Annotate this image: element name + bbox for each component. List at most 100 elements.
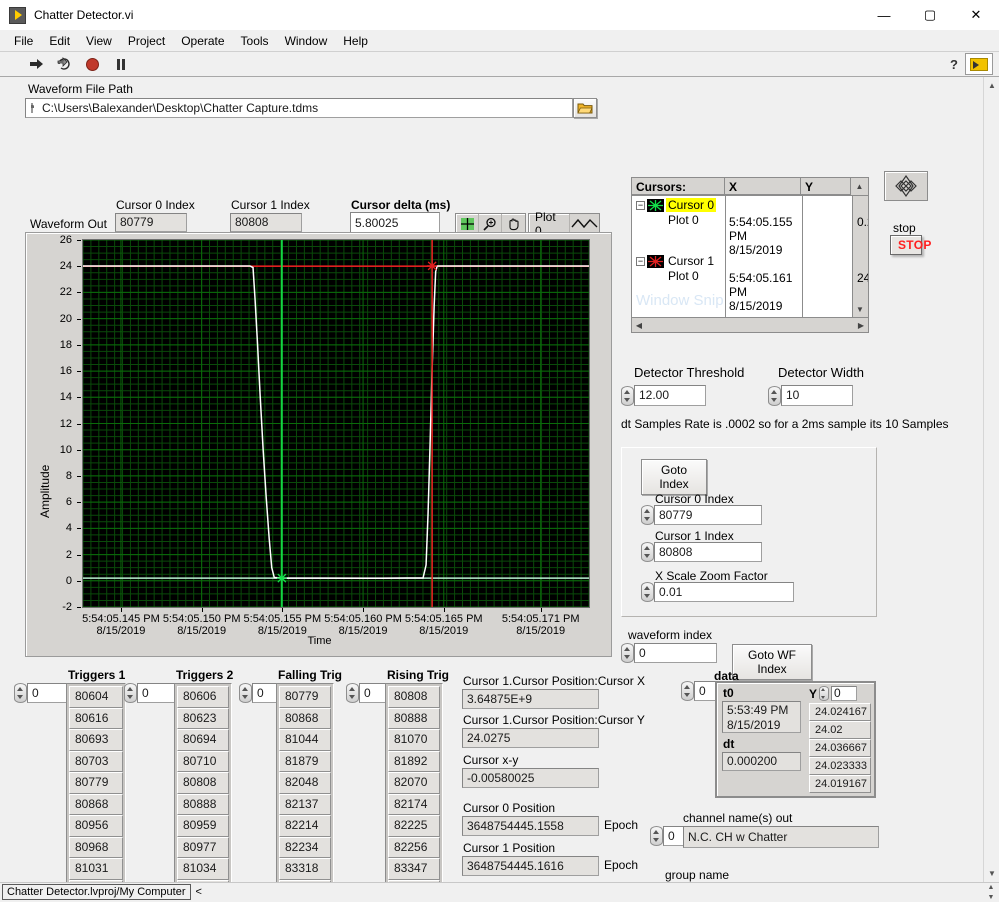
scroll-left-icon[interactable]: ◀ (632, 321, 646, 330)
array-index-spinner[interactable] (124, 683, 137, 703)
panel-scroll-down-icon[interactable]: ▼ (984, 865, 999, 882)
plot-legend[interactable]: Plot 0 (528, 213, 600, 234)
x-scale-zoom-input[interactable]: 0.01 (654, 582, 794, 602)
graph-palette-diamond-icon[interactable] (884, 171, 928, 201)
array-element[interactable]: 80956 (69, 815, 123, 837)
y-array-index-spinner[interactable] (819, 686, 829, 701)
array-element[interactable]: 82070 (388, 772, 440, 794)
cursor-legend[interactable]: Cursors: X Y ▲ Window Snip ▼ − (631, 177, 869, 333)
waveform-index-spinner[interactable] (621, 643, 634, 663)
detector-threshold-spinner[interactable] (621, 386, 634, 406)
x-scale-zoom-spinner[interactable] (641, 582, 654, 602)
menu-view[interactable]: View (78, 32, 120, 50)
array-element[interactable]: 80606 (177, 686, 229, 708)
tree-expand-icon[interactable]: − (636, 257, 645, 266)
array-element[interactable]: 83318 (279, 858, 331, 880)
context-help-icon[interactable]: ? (950, 57, 958, 72)
menu-tools[interactable]: Tools (233, 32, 277, 50)
array-element[interactable]: 80693 (69, 729, 123, 751)
panel-scroll-up-icon[interactable]: ▲ (984, 77, 999, 94)
array-element[interactable]: 81031 (69, 858, 123, 880)
array-element[interactable]: 80779 (279, 686, 331, 708)
array-element[interactable]: 80959 (177, 815, 229, 837)
waveform-index-control[interactable]: 0 (621, 643, 717, 663)
detector-threshold-input[interactable]: 12.00 (634, 385, 706, 406)
array-element[interactable]: 82174 (388, 794, 440, 816)
detector-threshold-control[interactable]: 12.00 (621, 385, 706, 406)
goto-cursor1-spinner[interactable] (641, 542, 654, 562)
array-element[interactable]: 81044 (279, 729, 331, 751)
array-element[interactable]: 80703 (69, 751, 123, 773)
detector-width-control[interactable]: 10 (768, 385, 853, 406)
array-element[interactable]: 80623 (177, 708, 229, 730)
detector-width-input[interactable]: 10 (781, 385, 853, 406)
array-element[interactable]: 83347 (388, 858, 440, 880)
zoom-tool-icon[interactable] (479, 214, 502, 233)
array-element[interactable]: 80779 (69, 772, 123, 794)
array-element[interactable]: 80710 (177, 751, 229, 773)
array-index-spinner[interactable] (239, 683, 252, 703)
close-button[interactable]: ✕ (953, 0, 999, 30)
cursor-legend-cursor1-label[interactable]: Cursor 1 (666, 254, 716, 268)
array-index-control[interactable]: 0 (124, 683, 177, 703)
array-element[interactable]: 81070 (388, 729, 440, 751)
goto-index-button[interactable]: Goto Index (641, 459, 707, 495)
tree-expand-icon[interactable]: − (636, 201, 645, 210)
array-container[interactable]: 8060680623806948071080808808888095980977… (174, 683, 232, 882)
pause-icon[interactable] (112, 56, 129, 73)
menu-file[interactable]: File (6, 32, 41, 50)
minimize-button[interactable]: — (861, 0, 907, 30)
x-scale-zoom-control[interactable]: 0.01 (641, 582, 794, 602)
array-element[interactable]: 81034 (177, 858, 229, 880)
labview-logo-icon[interactable] (965, 53, 993, 75)
array-element[interactable]: 80968 (69, 837, 123, 859)
array-element[interactable]: 80868 (279, 708, 331, 730)
array-container[interactable]: 8080880888810708189282070821748222582256… (385, 683, 443, 882)
array-element[interactable]: 80977 (177, 837, 229, 859)
array-element[interactable]: 82256 (388, 837, 440, 859)
scroll-down-icon[interactable]: ▼ (853, 302, 867, 316)
browse-folder-button[interactable] (573, 98, 597, 118)
cursor-legend-hscrollbar[interactable]: ◀ ▶ (632, 317, 868, 332)
menu-project[interactable]: Project (120, 32, 173, 50)
array-element[interactable]: 80888 (388, 708, 440, 730)
array-element[interactable]: 82234 (279, 837, 331, 859)
array-element[interactable]: 80808 (388, 686, 440, 708)
goto-cursor0-spinner[interactable] (641, 505, 654, 525)
cursor-legend-cursor0-label[interactable]: Cursor 0 (666, 198, 716, 212)
scroll-right-icon[interactable]: ▶ (854, 321, 868, 330)
array-element[interactable]: 82048 (279, 772, 331, 794)
array-element[interactable]: 80868 (69, 794, 123, 816)
array-element[interactable]: 81879 (279, 751, 331, 773)
cursor-legend-row-0-name[interactable]: − Cursor 0 Plot 0 (632, 196, 725, 227)
abort-execution-icon[interactable] (84, 56, 101, 73)
menu-window[interactable]: Window (277, 32, 336, 50)
goto-cursor1-index-input[interactable]: 80808 (654, 542, 762, 562)
menu-edit[interactable]: Edit (41, 32, 78, 50)
scroll-up-icon[interactable]: ▲ (851, 178, 868, 195)
goto-cursor0-index-input[interactable]: 80779 (654, 505, 762, 525)
array-element[interactable]: 82214 (279, 815, 331, 837)
channel-name-index-spinner[interactable] (650, 826, 663, 846)
array-container[interactable]: 8077980868810448187982048821378221482234… (276, 683, 334, 882)
detector-width-spinner[interactable] (768, 386, 781, 406)
goto-cursor0-index-control[interactable]: 80779 (641, 505, 762, 525)
array-element[interactable]: 80604 (69, 686, 123, 708)
array-index-spinner[interactable] (346, 683, 359, 703)
waveform-graph[interactable]: Amplitude 26242220181614121086420-2 5:54… (25, 232, 612, 657)
goto-cursor1-index-control[interactable]: 80808 (641, 542, 762, 562)
run-arrow-icon[interactable] (28, 56, 45, 73)
array-element[interactable]: 80694 (177, 729, 229, 751)
menu-operate[interactable]: Operate (173, 32, 232, 50)
array-index-spinner[interactable] (14, 683, 27, 703)
cursor-legend-row-1-name[interactable]: − Cursor 1 Plot 0 (632, 252, 725, 283)
array-index-input[interactable]: 0 (27, 683, 67, 703)
array-index-input[interactable]: 0 (137, 683, 177, 703)
menu-help[interactable]: Help (335, 32, 376, 50)
status-target-label[interactable]: Chatter Detector.lvproj/My Computer (2, 884, 191, 900)
plot-area[interactable] (82, 239, 590, 608)
status-scroll-arrows[interactable]: ▲ ▼ (983, 883, 999, 902)
array-element[interactable]: 82225 (388, 815, 440, 837)
stop-button[interactable]: STOP (890, 235, 922, 255)
goto-wf-index-button[interactable]: Goto WF Index (732, 644, 812, 680)
